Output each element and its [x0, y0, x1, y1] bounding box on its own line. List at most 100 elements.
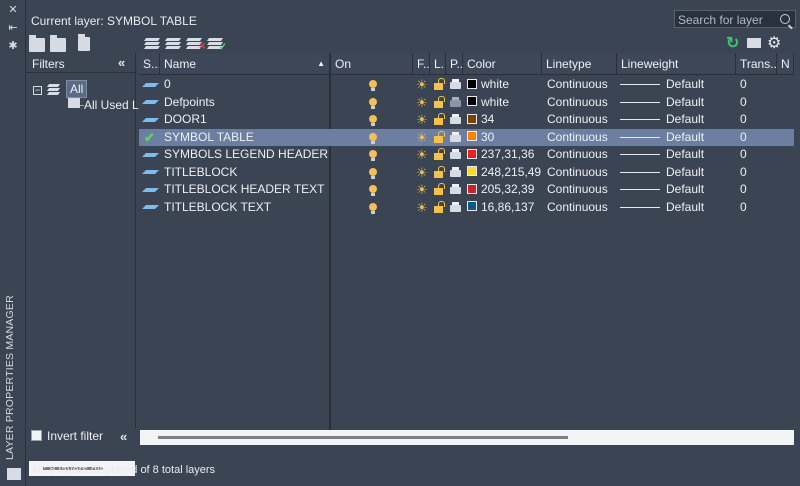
status-cell[interactable] — [142, 181, 159, 199]
close-icon[interactable]: ✕ — [7, 4, 19, 16]
transparency-cell[interactable]: 0 — [740, 146, 747, 164]
lineweight-cell[interactable]: Default — [620, 146, 704, 164]
lightbulb-on-icon[interactable] — [369, 167, 377, 179]
on-cell[interactable] — [369, 146, 377, 164]
new-layer-icon[interactable] — [143, 36, 161, 50]
sun-thawed-icon[interactable]: ☀ — [416, 95, 428, 110]
layer-name[interactable]: TITLEBLOCK HEADER TEXT — [164, 181, 324, 199]
tree-collapse-icon[interactable]: − — [33, 86, 42, 95]
sun-thawed-icon[interactable]: ☀ — [416, 147, 428, 162]
layer-row[interactable]: Defpoints ☀ white Continuous Default 0 — [139, 94, 794, 112]
lightbulb-on-icon[interactable] — [369, 80, 377, 91]
new-layer-vp-frozen-icon[interactable] — [164, 36, 182, 50]
lock-cell[interactable] — [434, 76, 445, 94]
unlocked-padlock-icon[interactable] — [434, 113, 445, 125]
layer-row[interactable]: TITLEBLOCK ☀ 248,215,49 Continuous Default 0 — [139, 164, 794, 182]
search-icon[interactable] — [780, 14, 790, 24]
sun-thawed-icon[interactable]: ☀ — [416, 182, 428, 197]
lock-cell[interactable] — [434, 94, 445, 112]
transparency-cell[interactable]: 0 — [740, 181, 747, 199]
lineweight-cell[interactable]: Default — [620, 164, 704, 182]
layer-row[interactable]: TITLEBLOCK TEXT ☀ 16,86,137 Continuous Defau… — [139, 199, 794, 217]
printer-icon[interactable] — [450, 114, 461, 124]
layer-name[interactable]: Defpoints — [164, 94, 215, 112]
layer-palette-icon[interactable] — [7, 468, 21, 480]
col-name[interactable]: Name ▲ — [160, 53, 330, 75]
lightbulb-on-icon[interactable] — [369, 150, 377, 161]
linetype-cell[interactable]: Continuous — [547, 181, 608, 199]
freeze-cell[interactable]: ☀ — [416, 111, 428, 129]
tree-item-all-used-layers[interactable]: All Used La — [84, 98, 145, 112]
unlocked-padlock-icon[interactable] — [434, 95, 445, 108]
status-cell[interactable] — [142, 111, 159, 129]
color-cell[interactable]: 34 — [467, 111, 494, 129]
on-cell[interactable] — [369, 199, 377, 217]
layer-states-manager-icon[interactable] — [78, 34, 90, 51]
printer-icon[interactable] — [450, 184, 461, 194]
sun-thawed-icon[interactable]: ☀ — [416, 112, 428, 127]
transparency-cell[interactable]: 0 — [740, 199, 747, 217]
unlocked-padlock-icon[interactable] — [434, 148, 445, 160]
freeze-cell[interactable]: ☀ — [416, 164, 428, 182]
layer-name[interactable]: SYMBOLS LEGEND HEADER — [164, 146, 328, 164]
layer-settings-icon[interactable] — [747, 38, 761, 48]
collapse-bottom-icon[interactable]: « — [120, 429, 127, 444]
freeze-cell[interactable]: ☀ — [416, 199, 428, 217]
tree-item-all[interactable]: All — [66, 80, 88, 98]
layer-name[interactable]: 0 — [164, 76, 171, 94]
lock-cell[interactable] — [434, 111, 445, 129]
color-cell[interactable]: white — [467, 76, 509, 94]
status-cell[interactable] — [142, 199, 159, 217]
on-cell[interactable] — [369, 76, 377, 94]
freeze-cell[interactable]: ☀ — [416, 146, 428, 164]
layer-name[interactable]: TITLEBLOCK — [164, 164, 237, 182]
lock-cell[interactable] — [434, 164, 445, 182]
on-cell[interactable] — [369, 164, 377, 182]
linetype-cell[interactable]: Continuous — [547, 94, 608, 112]
col-freeze[interactable]: F... — [413, 53, 430, 75]
plot-cell[interactable] — [450, 164, 461, 182]
unlocked-padlock-icon[interactable] — [434, 200, 445, 213]
lightbulb-on-icon[interactable] — [369, 202, 377, 214]
refresh-icon[interactable]: ↻ — [726, 33, 739, 53]
settings-gear-icon[interactable]: ⚙ — [767, 33, 781, 53]
layer-row[interactable]: TITLEBLOCK HEADER TEXT ☀ 205,32,39 Continuo… — [139, 181, 794, 199]
col-plot[interactable]: P... — [446, 53, 463, 75]
col-transparency[interactable]: Trans... — [736, 53, 777, 75]
lineweight-cell[interactable]: Default — [620, 199, 704, 217]
color-cell[interactable]: 205,32,39 — [467, 181, 534, 199]
sun-thawed-icon[interactable]: ☀ — [416, 130, 428, 145]
col-lineweight[interactable]: Lineweight — [617, 53, 736, 75]
linetype-cell[interactable]: Continuous — [547, 76, 608, 94]
plot-cell[interactable] — [450, 199, 461, 217]
freeze-cell[interactable]: ☀ — [416, 76, 428, 94]
printer-icon[interactable] — [450, 96, 461, 107]
status-cell[interactable] — [142, 76, 159, 94]
on-cell[interactable] — [369, 181, 377, 199]
layer-name[interactable]: DOOR1 — [164, 111, 207, 129]
linetype-cell[interactable]: Continuous — [547, 111, 608, 129]
lock-cell[interactable] — [434, 129, 445, 147]
col-linetype[interactable]: Linetype — [542, 53, 617, 75]
col-color[interactable]: Color — [463, 53, 542, 75]
lightbulb-on-icon[interactable] — [369, 185, 377, 196]
lineweight-cell[interactable]: Default — [620, 111, 704, 129]
unlocked-padlock-icon[interactable] — [434, 165, 445, 178]
unlocked-padlock-icon[interactable] — [434, 78, 445, 90]
linetype-cell[interactable]: Continuous — [547, 129, 608, 147]
lock-cell[interactable] — [434, 199, 445, 217]
layer-row[interactable]: SYMBOLS LEGEND HEADER ☀ 237,31,36 Continuou… — [139, 146, 794, 164]
lightbulb-on-icon[interactable] — [369, 132, 377, 144]
color-cell[interactable]: 248,215,49 — [467, 164, 541, 182]
layer-name[interactable]: SYMBOL TABLE — [164, 129, 254, 147]
invert-filter-checkbox[interactable] — [31, 430, 42, 441]
auto-hide-icon[interactable]: ⇤ — [7, 22, 19, 34]
col-lock[interactable]: L... — [430, 53, 446, 75]
layer-row[interactable]: ✔ SYMBOL TABLE ☀ 30 Continuous Default 0 — [139, 128, 794, 147]
printer-icon[interactable] — [450, 149, 461, 159]
lineweight-cell[interactable]: Default — [620, 94, 704, 112]
transparency-cell[interactable]: 0 — [740, 111, 747, 129]
lightbulb-on-icon[interactable] — [369, 115, 377, 126]
lightbulb-on-icon[interactable] — [369, 97, 377, 109]
on-cell[interactable] — [369, 94, 377, 112]
